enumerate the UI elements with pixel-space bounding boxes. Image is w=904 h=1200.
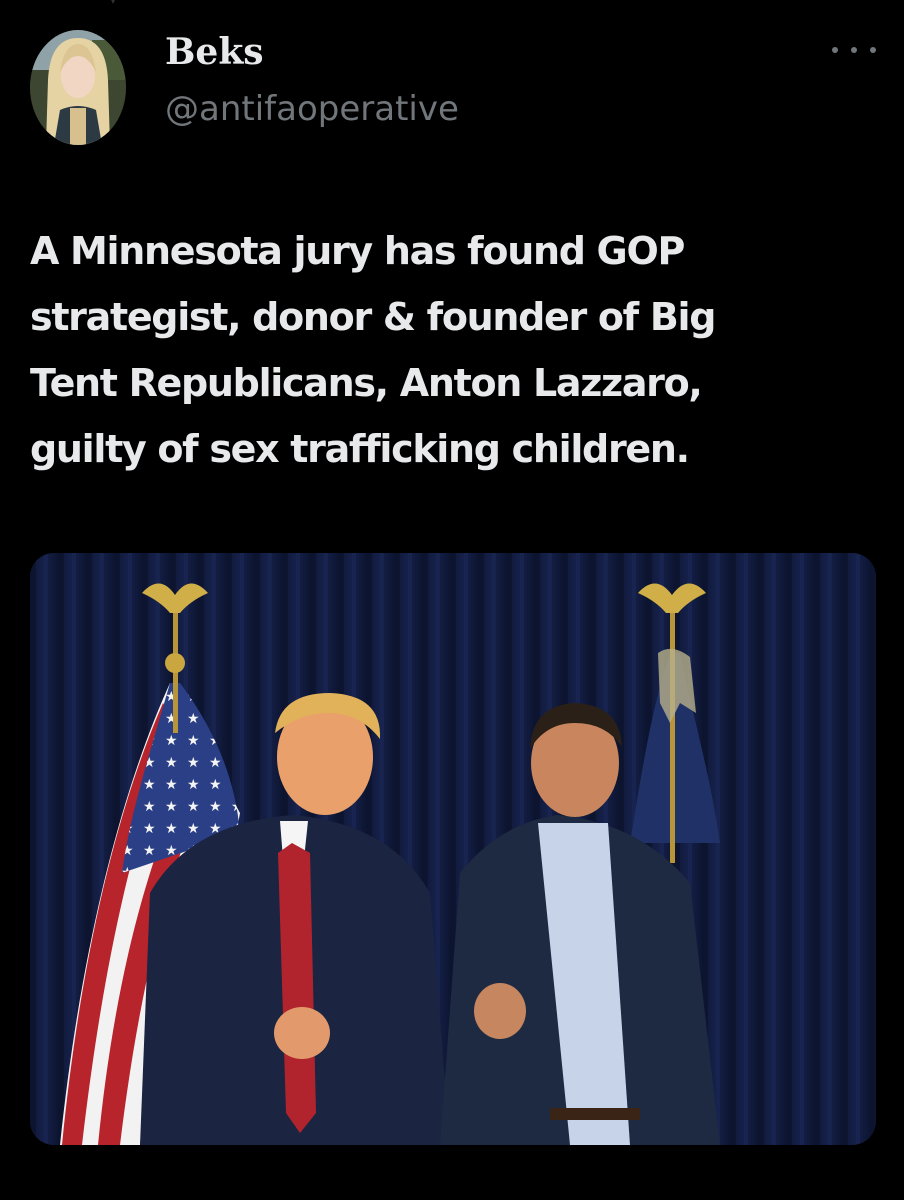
tweet-text-line: A Minnesota jury has found GOP (30, 229, 685, 273)
avatar[interactable] (30, 30, 126, 145)
more-options-icon[interactable] (832, 38, 876, 62)
tweet-text-line: strategist, donor & founder of Big (30, 295, 716, 339)
thread-connector: ▾ (110, 0, 117, 7)
tweet: ▾ Beks @antifaoperative A Minnesota jury… (0, 0, 904, 1200)
tweet-photo[interactable]: ★ (30, 553, 876, 1145)
author-handle[interactable]: @antifaoperative (165, 87, 459, 131)
author-display-name[interactable]: Beks (165, 30, 264, 74)
tweet-text-line: guilty of sex trafficking children. (30, 427, 690, 471)
tweet-text-line: Tent Republicans, Anton Lazzaro, (30, 361, 703, 405)
tweet-text: A Minnesota jury has found GOP strategis… (30, 218, 880, 482)
